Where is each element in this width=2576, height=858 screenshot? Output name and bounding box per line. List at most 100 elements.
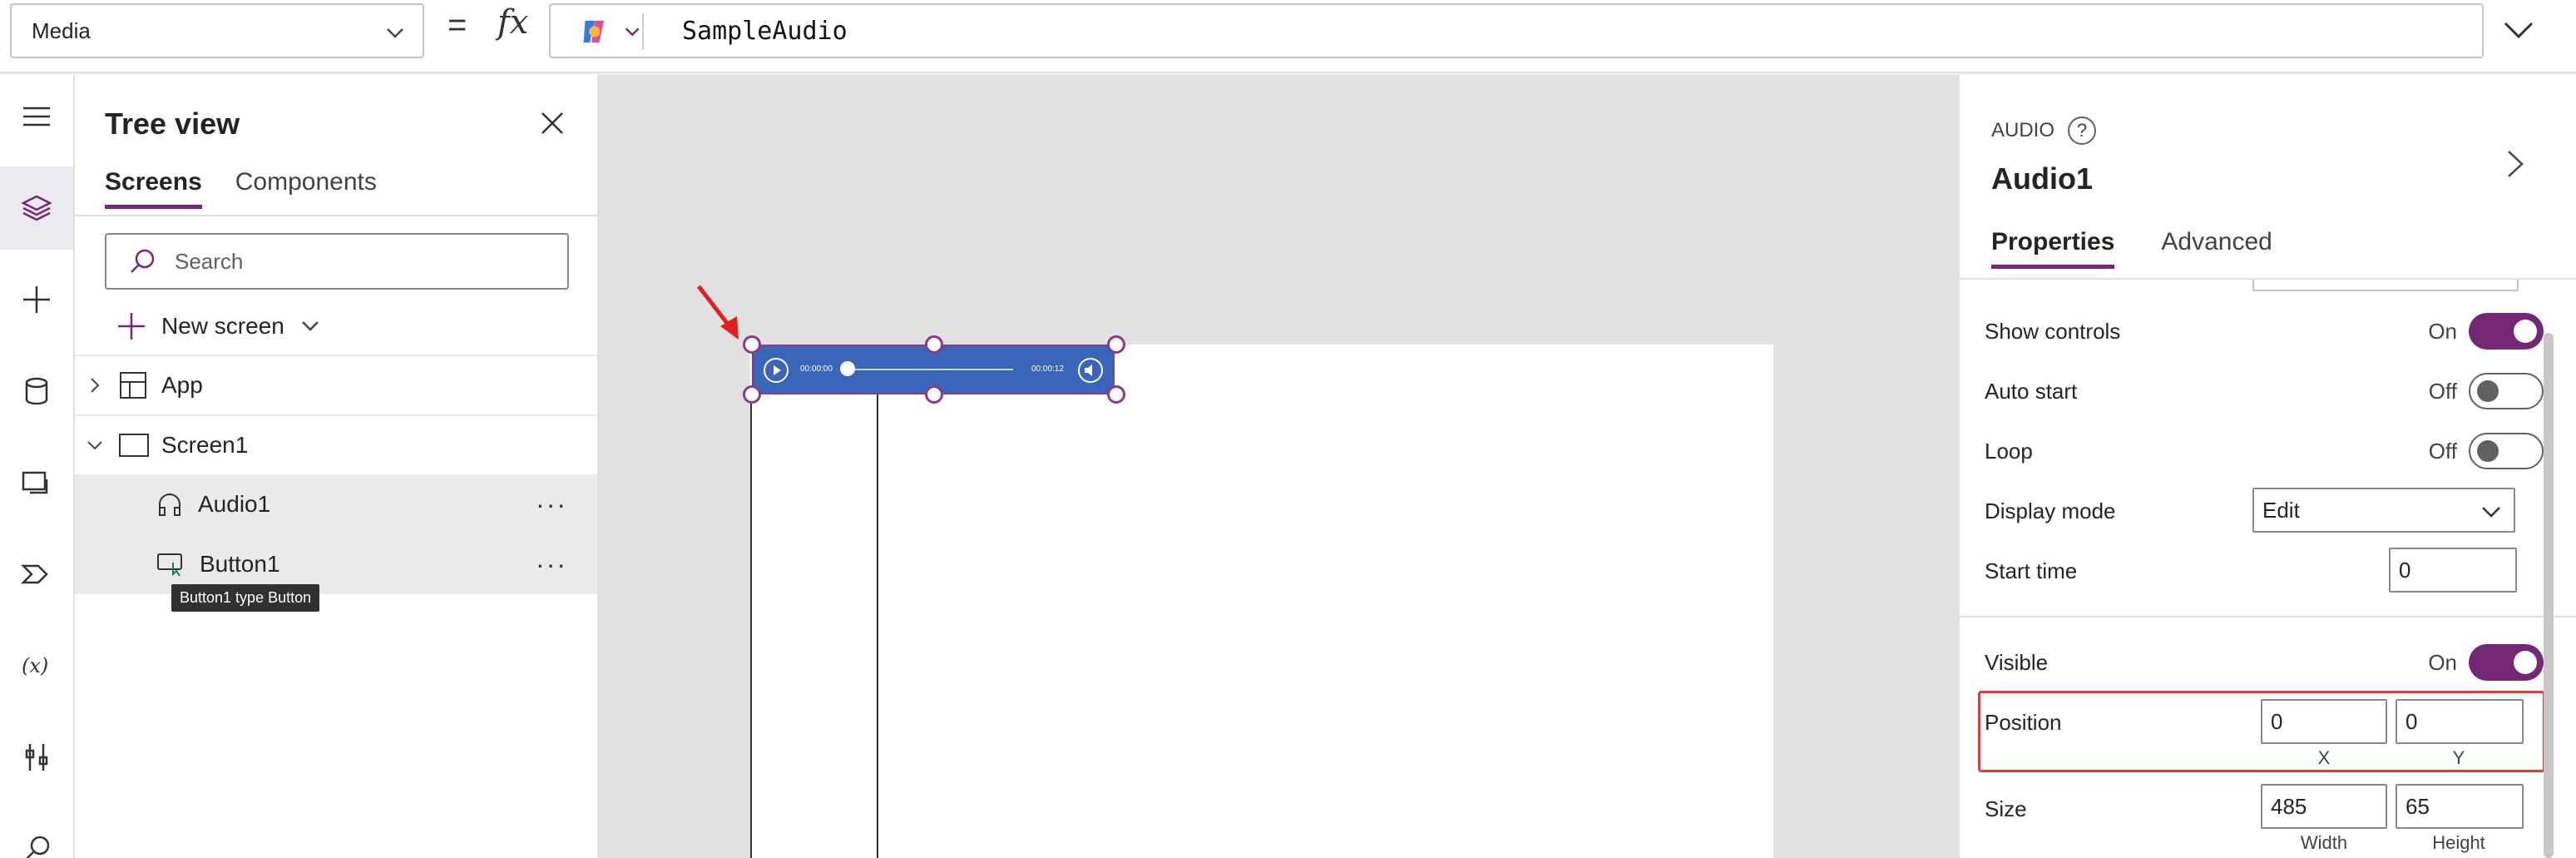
resize-handle[interactable]: [925, 385, 943, 404]
tree-item-button1[interactable]: Button1 ···: [75, 534, 597, 594]
expand-formula-icon[interactable]: [2499, 13, 2539, 47]
media-icon: [22, 471, 48, 494]
audio-seek-handle[interactable]: [840, 361, 855, 376]
start-time-label: Start time: [1985, 558, 2078, 583]
tree-item-label: App: [161, 372, 203, 398]
properties-tabs: Properties Advanced: [1991, 228, 2272, 269]
visible-toggle[interactable]: [2469, 644, 2544, 681]
tools-icon: [25, 744, 48, 771]
close-icon[interactable]: [536, 107, 569, 140]
advanced-tools-button[interactable]: [0, 716, 73, 799]
formula-input[interactable]: SampleAudio: [549, 3, 2484, 58]
chevron-down-icon: [301, 321, 319, 331]
tree-item-label: Audio1: [198, 491, 271, 517]
show-controls-toggle[interactable]: [2469, 313, 2544, 350]
insert-button[interactable]: [0, 258, 73, 341]
resize-handle[interactable]: [1107, 385, 1125, 404]
visible-row: Visible On: [1985, 632, 2544, 692]
power-automate-icon: [20, 564, 48, 584]
chevron-down-icon[interactable]: [85, 435, 105, 455]
data-button[interactable]: [0, 350, 73, 433]
design-canvas[interactable]: 00:00:00 00:00:12: [599, 75, 1958, 858]
power-automate-button[interactable]: [0, 533, 73, 616]
variables-button[interactable]: (x): [0, 624, 73, 707]
search-rail-button[interactable]: [0, 807, 73, 858]
tree-view-title: Tree view: [105, 107, 240, 141]
app-icon: [120, 372, 146, 399]
chevron-down-icon: [387, 28, 403, 38]
media-button[interactable]: [0, 441, 73, 524]
headphones-icon: [159, 493, 180, 516]
left-rail: (x): [0, 75, 75, 858]
properties-panel: AUDIO ? Audio1 Properties Advanced Show …: [1958, 75, 2576, 858]
tree-item-label: Screen1: [161, 432, 249, 458]
size-label: Size: [1985, 796, 2027, 821]
audio-seek-track[interactable]: [847, 369, 1013, 370]
copilot-button[interactable]: [561, 13, 644, 50]
property-dropdown-value: Media: [32, 17, 91, 43]
resize-handle[interactable]: [925, 335, 943, 354]
audio-current-time: 00:00:00: [800, 365, 833, 374]
red-arrow-annotation: [697, 285, 739, 340]
more-options-button[interactable]: ···: [536, 549, 567, 580]
loop-toggle[interactable]: [2469, 433, 2544, 469]
position-x-label: X: [2317, 747, 2331, 768]
position-x-input[interactable]: 0: [2261, 699, 2387, 744]
search-icon: [26, 836, 50, 858]
position-label: Position: [1985, 709, 2062, 735]
size-width-input[interactable]: 485: [2261, 784, 2387, 829]
show-controls-value: On: [2428, 318, 2457, 344]
chevron-right-icon[interactable]: [2499, 143, 2532, 185]
tab-properties[interactable]: Properties: [1991, 228, 2115, 269]
position-y-input[interactable]: 0: [2396, 699, 2524, 744]
tree-item-audio1[interactable]: Audio1 ···: [75, 474, 597, 534]
plus-icon: [118, 313, 145, 340]
resize-handle[interactable]: [743, 385, 761, 404]
size-width-label: Width: [2300, 832, 2348, 853]
help-icon[interactable]: ?: [2068, 117, 2097, 145]
show-controls-row: Show controls On: [1985, 301, 2544, 361]
equals-sign: =: [447, 7, 467, 43]
tab-screens[interactable]: Screens: [105, 168, 202, 209]
chevron-right-icon[interactable]: [85, 375, 105, 395]
size-height-input[interactable]: 65: [2396, 784, 2524, 829]
tree-view-button[interactable]: [0, 166, 73, 250]
start-time-input[interactable]: 0: [2389, 548, 2517, 593]
auto-start-value: Off: [2428, 378, 2457, 404]
properties-scrollbar[interactable]: [2544, 333, 2554, 858]
divider: [1960, 616, 2576, 617]
resize-handle[interactable]: [743, 335, 761, 354]
new-screen-button[interactable]: New screen: [116, 301, 321, 351]
more-options-button[interactable]: ···: [536, 489, 567, 520]
resize-handle[interactable]: [1107, 335, 1125, 354]
display-mode-dropdown[interactable]: Edit: [2252, 488, 2515, 533]
volume-icon[interactable]: [1078, 358, 1103, 383]
screen-icon: [119, 434, 149, 457]
property-dropdown[interactable]: Media: [10, 3, 424, 58]
tab-components[interactable]: Components: [235, 168, 377, 209]
show-controls-label: Show controls: [1985, 318, 2121, 344]
play-icon[interactable]: [764, 358, 789, 383]
display-mode-label: Display mode: [1985, 498, 2116, 523]
size-height-label: Height: [2432, 832, 2485, 853]
visible-value: On: [2428, 649, 2457, 675]
button-icon: [157, 553, 182, 577]
tree-search-input[interactable]: Search: [105, 233, 569, 290]
formula-text: SampleAudio: [682, 17, 848, 46]
guide-line: [750, 394, 752, 858]
tree-item-app[interactable]: App: [75, 355, 597, 414]
partial-field[interactable]: [2252, 280, 2519, 291]
screen-surface[interactable]: [750, 345, 1773, 858]
auto-start-toggle[interactable]: [2469, 373, 2544, 409]
tab-advanced[interactable]: Advanced: [2161, 228, 2272, 269]
control-name[interactable]: Audio1: [1991, 161, 2093, 196]
layers-icon: [21, 195, 52, 221]
audio-duration: 00:00:12: [1031, 365, 1064, 374]
hamburger-menu-button[interactable]: [0, 75, 73, 158]
tree-item-screen1[interactable]: Screen1: [75, 414, 597, 474]
fx-icon[interactable]: fx: [497, 3, 528, 42]
loop-row: Loop Off: [1985, 421, 2544, 481]
tree-item-label: Button1: [200, 551, 280, 577]
svg-text:(x): (x): [22, 654, 48, 677]
chevron-down-icon: [625, 27, 640, 37]
